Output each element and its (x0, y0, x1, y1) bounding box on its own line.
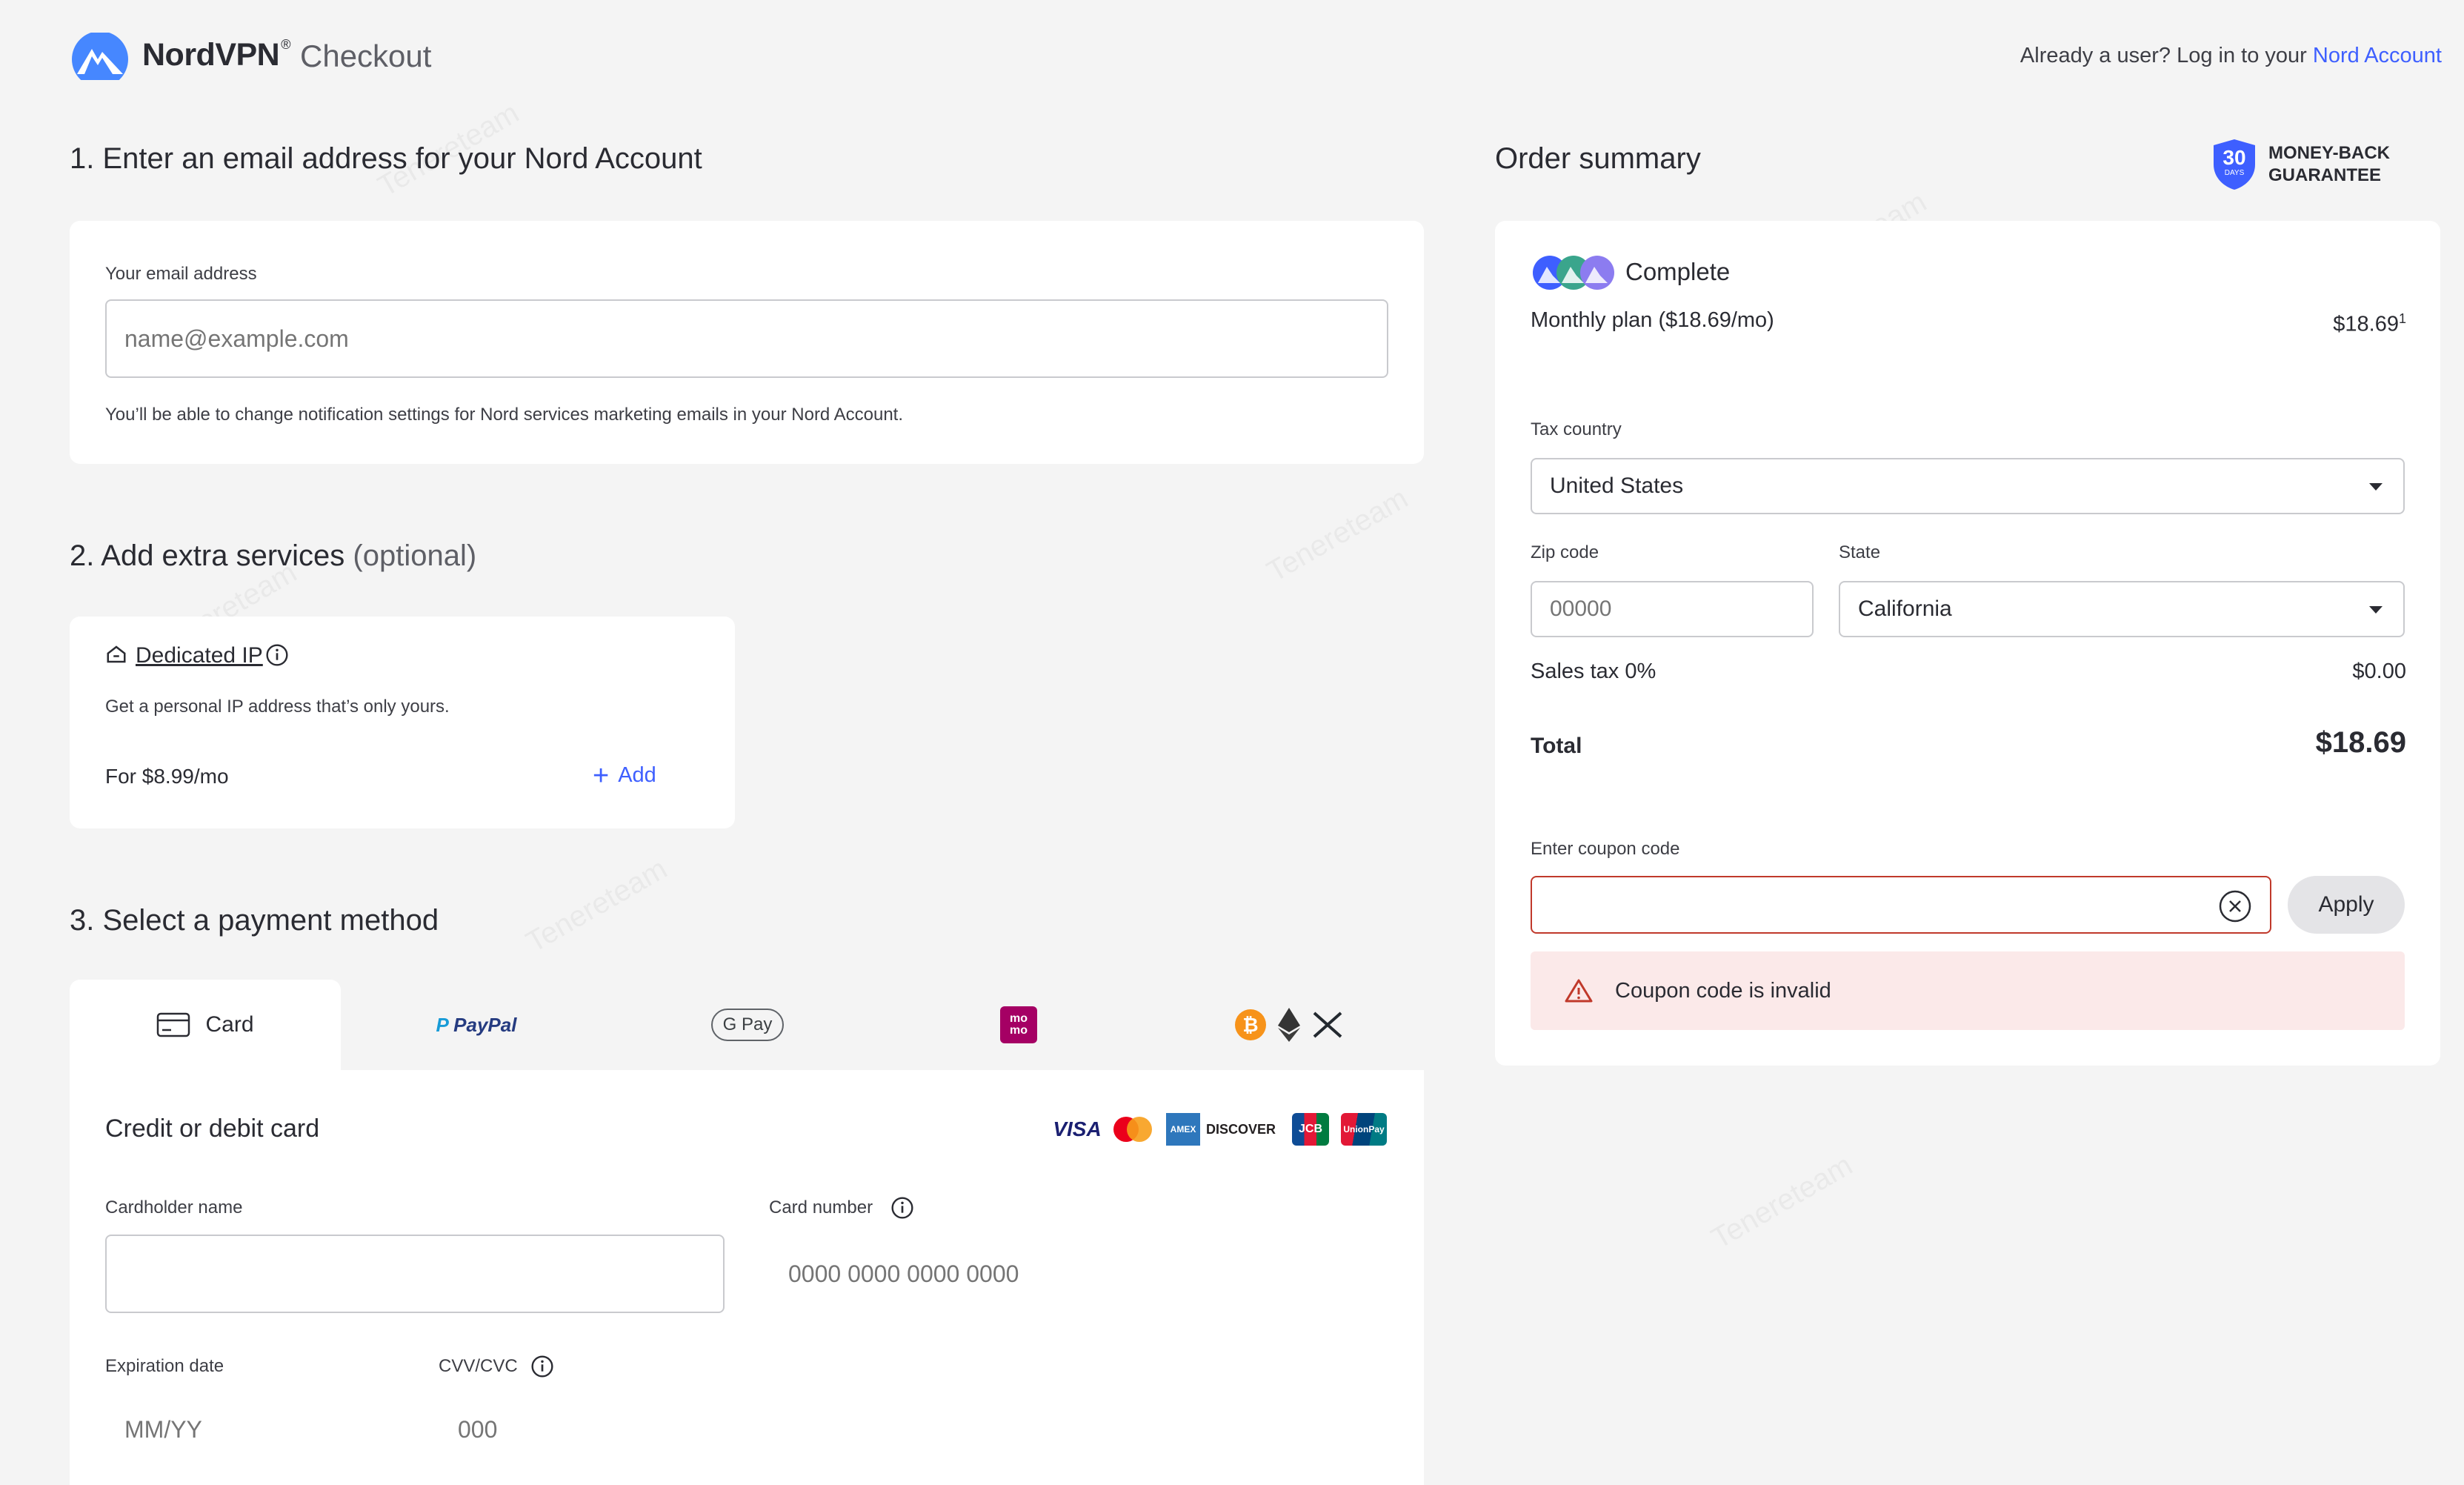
card-payment-panel: Credit or debit card VISA AMEX DISCOVER … (70, 1070, 1424, 1485)
guarantee-line2: GUARANTEE (2268, 165, 2382, 185)
order-summary-card: Complete Monthly plan ($18.69/mo) $18.69… (1495, 221, 2440, 1066)
expiry-label: Expiration date (105, 1356, 224, 1376)
cvv-input[interactable] (439, 1390, 735, 1469)
product-bundle-icon (1533, 256, 1614, 290)
watermark: Tenereteam (1706, 1149, 1858, 1256)
cardholder-name-input[interactable] (105, 1235, 725, 1313)
zip-label: Zip code (1531, 542, 1599, 562)
tab-google-pay[interactable]: G Pay (612, 980, 883, 1070)
money-back-badge: 30 DAYS MONEY-BACK GUARANTEE (2212, 138, 2390, 191)
nordvpn-logo-icon[interactable] (70, 33, 130, 80)
watermark: Tenereteam (1262, 482, 1414, 589)
card-number-label: Card number (769, 1197, 873, 1217)
visa-logo: VISA (1053, 1117, 1102, 1140)
xrp-icon (1313, 1011, 1342, 1038)
home-icon (107, 645, 126, 663)
email-section-title: 1. Enter an email address for your Nord … (70, 142, 702, 175)
cardholder-label: Cardholder name (105, 1197, 243, 1217)
sales-tax-label: Sales tax 0% (1531, 660, 1656, 683)
add-dedicated-ip-button[interactable]: + Add (593, 760, 656, 791)
tab-momo[interactable]: mo mo (883, 980, 1154, 1070)
coupon-error-alert: Coupon code is invalid (1531, 951, 2405, 1030)
watermark: Tenereteam (521, 852, 673, 960)
add-label: Add (618, 763, 656, 787)
payment-tabs: Card P PayPal G Pay mo mo ₿ (70, 980, 1424, 1070)
jcb-logo: JCB (1292, 1113, 1329, 1146)
payment-section-title: 3. Select a payment method (70, 904, 439, 937)
total-value: $18.69 (2315, 726, 2406, 759)
brand-name: NordVPN ® (142, 37, 290, 73)
svg-text:₿: ₿ (1242, 1014, 1258, 1036)
chevron-down-icon (2369, 483, 2383, 491)
plan-name: Complete (1625, 258, 1731, 285)
plus-icon: + (593, 760, 610, 791)
info-icon[interactable] (530, 1355, 554, 1378)
dedicated-ip-link[interactable]: Dedicated IP (136, 643, 263, 668)
dedicated-ip-price: For $8.99/mo (105, 765, 229, 788)
unionpay-logo: UnionPay (1341, 1113, 1387, 1146)
amex-logo: AMEX (1166, 1113, 1200, 1146)
info-icon[interactable] (890, 1196, 914, 1220)
checkout-label: Checkout (300, 39, 432, 73)
cvv-label: CVV/CVC (439, 1356, 518, 1376)
nord-account-link[interactable]: Nord Account (2313, 44, 2442, 67)
tab-card-label: Card (205, 1012, 254, 1037)
dedicated-ip-description: Get a personal IP address that’s only yo… (105, 697, 450, 717)
total-label: Total (1531, 734, 1582, 758)
sales-tax-value: $0.00 (2352, 660, 2406, 683)
coupon-label: Enter coupon code (1531, 839, 1680, 859)
email-input[interactable] (105, 299, 1388, 378)
info-icon[interactable] (265, 643, 289, 667)
bitcoin-icon: ₿ (1235, 1009, 1266, 1040)
tab-crypto[interactable]: ₿ (1154, 980, 1424, 1070)
card-number-input[interactable] (769, 1235, 1388, 1313)
momo-logo: mo mo (1000, 1006, 1037, 1043)
warning-icon (1565, 979, 1593, 1003)
state-label: State (1839, 542, 1881, 562)
plan-price: $18.691 (2333, 311, 2406, 336)
tab-card[interactable]: Card (70, 980, 341, 1070)
extras-section-title: 2. Add extra services (optional) (70, 539, 477, 572)
guarantee-line1: MONEY-BACK (2268, 143, 2391, 163)
expiry-input[interactable] (105, 1390, 402, 1469)
apply-coupon-button[interactable]: Apply (2288, 876, 2405, 934)
plan-description: Monthly plan ($18.69/mo) (1531, 308, 1774, 332)
tax-country-label: Tax country (1531, 419, 1622, 439)
email-label: Your email address (105, 264, 257, 284)
svg-text:30: 30 (2222, 146, 2245, 169)
tab-paypal[interactable]: P PayPal (341, 980, 612, 1070)
google-pay-logo: G Pay (710, 1009, 785, 1041)
coupon-input[interactable] (1531, 876, 2271, 934)
zip-code-input[interactable] (1531, 581, 1814, 637)
chevron-down-icon (2369, 606, 2383, 614)
tax-country-select[interactable]: United States (1531, 458, 2405, 514)
state-select[interactable]: California (1839, 581, 2405, 637)
card-form-title: Credit or debit card (105, 1114, 320, 1143)
email-note: You’ll be able to change notification se… (105, 405, 904, 425)
email-card: Your email address You’ll be able to cha… (70, 221, 1424, 464)
dedicated-ip-card: Dedicated IP Get a personal IP address t… (70, 617, 735, 828)
discover-logo: DISCOVER (1205, 1121, 1276, 1137)
ethereum-icon (1278, 1008, 1300, 1042)
mastercard-logo (1113, 1117, 1152, 1142)
order-summary-title: Order summary (1495, 142, 1701, 175)
shield-badge-icon: 30 DAYS (2214, 139, 2255, 190)
svg-text:DAYS: DAYS (2225, 169, 2245, 177)
credit-card-icon (157, 1012, 190, 1037)
clear-icon[interactable] (2218, 889, 2252, 923)
login-prompt: Already a user? Log in to your Nord Acco… (2020, 44, 2442, 67)
paypal-logo: P PayPal (436, 1013, 517, 1036)
coupon-error-message: Coupon code is invalid (1615, 978, 1831, 1003)
